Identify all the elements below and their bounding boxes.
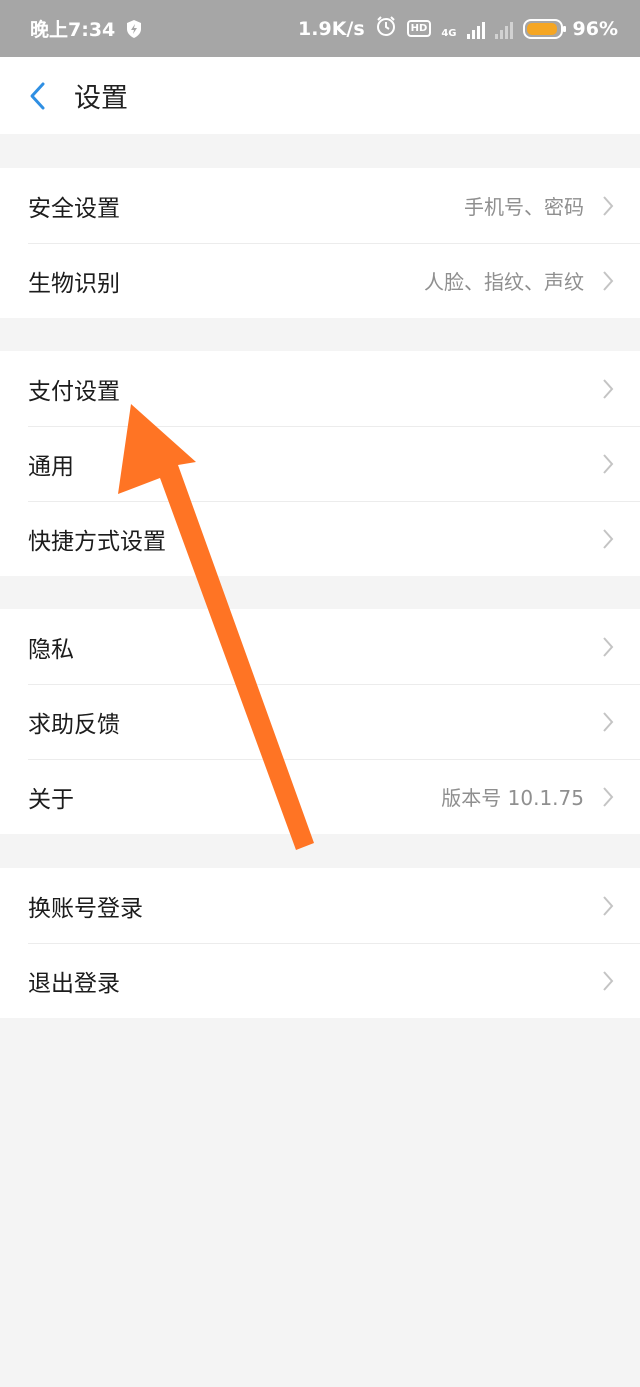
page-title: 设置 [74,83,128,114]
settings-row-logout[interactable]: 退出登录 [0,943,640,1018]
chevron-left-icon [30,82,45,109]
chevron-right-icon [603,528,614,549]
row-label: 退出登录 [28,970,120,997]
settings-group-about: 隐私 求助反馈 关于 版本号 10.1.75 [0,609,640,834]
row-value: 人脸、指纹、声纹 [424,270,584,294]
settings-group-account-security: 安全设置 手机号、密码 生物识别 人脸、指纹、声纹 [0,168,640,318]
settings-row-about[interactable]: 关于 版本号 10.1.75 [0,759,640,834]
battery-icon [522,18,566,39]
chevron-right-icon [603,636,614,657]
row-label: 快捷方式设置 [28,528,166,555]
settings-row-privacy[interactable]: 隐私 [0,609,640,684]
signal-secondary-icon [494,19,513,39]
row-label: 关于 [28,786,74,813]
row-label: 隐私 [28,636,74,663]
settings-row-general[interactable]: 通用 [0,426,640,501]
back-button[interactable] [8,57,68,134]
settings-group-account: 换账号登录 退出登录 [0,868,640,1018]
signal-icon [466,19,485,39]
row-value: 手机号、密码 [464,195,584,219]
row-label: 支付设置 [28,378,120,405]
hd-badge: HD [406,20,432,37]
row-label: 换账号登录 [28,895,143,922]
chevron-right-icon [603,270,614,291]
chevron-right-icon [603,895,614,916]
settings-group-general: 支付设置 通用 快捷方式设置 [0,351,640,576]
network-4g-label: 4G [441,28,457,39]
alarm-icon [375,15,397,42]
chevron-right-icon [603,711,614,732]
nav-bar: 设置 [0,57,640,134]
status-bar: 晚上7:34 1.9K/s HD 4G 96% [0,0,640,57]
chevron-right-icon [603,378,614,399]
row-label: 生物识别 [28,270,120,297]
battery-percent: 96% [572,17,618,40]
chevron-right-icon [603,970,614,991]
shield-icon [125,19,143,39]
chevron-right-icon [603,786,614,807]
settings-row-biometrics[interactable]: 生物识别 人脸、指纹、声纹 [0,243,640,318]
settings-row-payment[interactable]: 支付设置 [0,351,640,426]
status-time: 晚上7:34 [30,19,116,41]
settings-row-security[interactable]: 安全设置 手机号、密码 [0,168,640,243]
row-label: 求助反馈 [28,711,120,738]
settings-row-switch-account[interactable]: 换账号登录 [0,868,640,943]
settings-row-shortcuts[interactable]: 快捷方式设置 [0,501,640,576]
net-speed: 1.9K/s [298,17,365,40]
row-label: 安全设置 [28,195,120,222]
row-label: 通用 [28,453,74,480]
chevron-right-icon [603,195,614,216]
row-value: 版本号 10.1.75 [441,786,584,810]
settings-row-help-feedback[interactable]: 求助反馈 [0,684,640,759]
chevron-right-icon [603,453,614,474]
